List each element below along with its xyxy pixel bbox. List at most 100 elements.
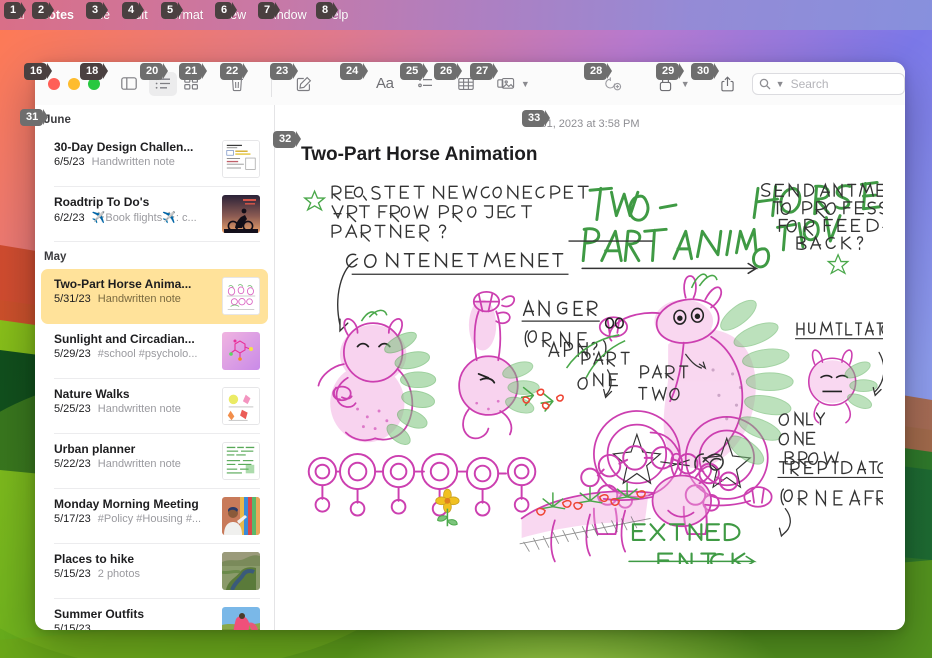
sidebar-toggle-icon[interactable] — [115, 72, 143, 96]
minimize-button[interactable] — [68, 77, 80, 90]
annotation-tag-31: 31 — [20, 109, 49, 126]
annotation-tag-8: 8 — [316, 2, 339, 19]
list-item[interactable]: Sunlight and Circadian... 5/29/23 #schoo… — [41, 324, 268, 379]
notes-list[interactable]: June 30-Day Design Challen... 6/5/23 Han… — [35, 105, 275, 630]
list-item-subtitle: 5/31/23 Handwritten note — [54, 293, 214, 305]
list-item-title: Places to hike — [54, 552, 135, 566]
note-title: Two-Part Horse Animation — [301, 144, 538, 165]
annotation-tag-21: 21 — [179, 63, 208, 80]
list-item-thumbnail — [222, 195, 260, 233]
list-item-title: 30-Day Design Challen... — [54, 140, 194, 154]
annotation-tag-20: 20 — [140, 63, 169, 80]
list-item-subtitle: 5/25/23 Handwritten note — [54, 403, 214, 415]
list-item-meta: 30-Day Design Challen... 6/5/23 Handwrit… — [54, 140, 214, 168]
note-date: 31, 2023 at 3:58 PM — [540, 118, 640, 130]
annotation-tag-5: 5 — [161, 2, 184, 19]
list-item-meta: Nature Walks 5/25/23 Handwritten note — [54, 387, 214, 415]
list-item-date: 5/25/23 — [54, 403, 91, 415]
annotation-tag-26: 26 — [434, 63, 463, 80]
chevron-down-icon[interactable]: ▼ — [521, 79, 530, 89]
annotation-tag-6: 6 — [215, 2, 238, 19]
list-item-snippet: #Policy #Housing #... — [97, 513, 202, 525]
annotation-tag-7: 7 — [258, 2, 281, 19]
list-item-snippet: Handwritten note — [97, 458, 181, 470]
list-item[interactable]: Summer Outfits 5/15/23 — [41, 599, 268, 630]
river-landscape-photo-thumb — [222, 552, 260, 590]
window-body: June 30-Day Design Challen... 6/5/23 Han… — [35, 105, 905, 630]
annotation-tag-32: 32 — [273, 131, 302, 148]
list-item-title: Sunlight and Circadian... — [54, 332, 195, 346]
horse-sketch-thumb — [223, 278, 259, 314]
list-item-snippet: Handwritten note — [97, 403, 181, 415]
list-item[interactable]: Nature Walks 5/25/23 Handwritten note — [41, 379, 268, 434]
list-item[interactable]: Roadtrip To Do's 6/2/23 ✈️Book flights✈️… — [41, 187, 268, 242]
list-item-date: 5/29/23 — [54, 348, 91, 360]
green-notes-page-thumb — [223, 443, 259, 479]
notes-window: Aa ▼ ▼ ▼ Search June 30-Day Design Chall… — [35, 62, 905, 630]
horse-animation-sketch — [297, 178, 905, 571]
list-item-thumbnail — [222, 552, 260, 590]
list-item-meta: Monday Morning Meeting 5/17/23 #Policy #… — [54, 497, 214, 525]
list-item-thumbnail — [222, 140, 260, 178]
leaves-sketch-thumb — [223, 388, 259, 424]
annotation-tag-23: 23 — [270, 63, 299, 80]
chevron-down-icon[interactable]: ▼ — [681, 79, 690, 89]
annotation-tag-4: 4 — [122, 2, 145, 19]
list-item-subtitle: 5/17/23 #Policy #Housing #... — [54, 513, 214, 525]
annotation-tag-1: 1 — [4, 2, 27, 19]
list-item[interactable]: Monday Morning Meeting 5/17/23 #Policy #… — [41, 489, 268, 544]
search-input[interactable]: ▼ Search — [751, 72, 905, 95]
annotation-tag-27: 27 — [470, 63, 499, 80]
list-item[interactable]: Urban planner 5/22/23 Handwritten note — [41, 434, 268, 489]
annotation-tag-18: 18 — [80, 63, 109, 80]
list-item-thumbnail — [222, 387, 260, 425]
list-item-title: Monday Morning Meeting — [54, 497, 199, 511]
list-item-date: 5/22/23 — [54, 458, 91, 470]
list-item-subtitle: 5/15/23 2 photos — [54, 568, 214, 580]
person-painting-photo-thumb — [222, 497, 260, 535]
handwritten-page-thumb — [223, 141, 259, 177]
list-item-thumbnail — [222, 497, 260, 535]
list-item-meta: Sunlight and Circadian... 5/29/23 #schoo… — [54, 332, 214, 360]
list-item-date: 6/2/23 — [54, 212, 85, 224]
list-item-date: 5/15/23 — [54, 568, 91, 580]
annotation-tag-29: 29 — [656, 63, 685, 80]
annotation-tag-16: 16 — [24, 63, 53, 80]
list-item-thumbnail — [222, 332, 260, 370]
list-item-snippet: ✈️Book flights✈️: c... — [91, 212, 197, 224]
bike-sunset-photo-thumb — [222, 195, 260, 233]
list-item-meta: Urban planner 5/22/23 Handwritten note — [54, 442, 214, 470]
list-item-title: Nature Walks — [54, 387, 130, 401]
list-item-thumbnail — [222, 442, 260, 480]
list-item-subtitle: 5/15/23 — [54, 623, 214, 630]
close-button[interactable] — [48, 77, 60, 90]
list-item-title: Summer Outfits — [54, 607, 145, 621]
list-item-snippet: 2 photos — [97, 568, 140, 580]
handwritten-drawing[interactable] — [297, 174, 905, 571]
annotation-tag-2: 2 — [32, 2, 55, 19]
search-chevron-down-icon[interactable]: ▼ — [776, 79, 785, 89]
search-placeholder: Search — [790, 76, 829, 91]
list-item[interactable]: Places to hike 5/15/23 2 photos — [41, 544, 268, 599]
list-item-meta: Roadtrip To Do's 6/2/23 ✈️Book flights✈️… — [54, 195, 214, 224]
list-item-meta: Two-Part Horse Anima... 5/31/23 Handwrit… — [54, 277, 214, 305]
list-item-title: Two-Part Horse Anima... — [54, 277, 192, 291]
note-detail[interactable]: 31, 2023 at 3:58 PM Two-Part Horse Anima… — [275, 105, 905, 630]
pink-dress-photo-thumb — [222, 607, 260, 630]
annotation-tag-33: 33 — [522, 110, 551, 127]
list-item-selected[interactable]: Two-Part Horse Anima... 5/31/23 Handwrit… — [41, 269, 268, 324]
annotation-tag-24: 24 — [340, 63, 369, 80]
search-icon — [759, 78, 771, 89]
list-item[interactable]: 30-Day Design Challen... 6/5/23 Handwrit… — [41, 132, 268, 187]
annotation-tag-22: 22 — [220, 63, 249, 80]
list-item-subtitle: 5/29/23 #school #psycholo... — [54, 348, 214, 360]
list-item-date: 5/31/23 — [54, 293, 91, 305]
list-item-title: Urban planner — [54, 442, 136, 456]
list-item-thumbnail — [222, 277, 260, 315]
list-item-snippet: Handwritten note — [97, 293, 181, 305]
month-header-may: May — [44, 251, 67, 263]
annotation-tag-28: 28 — [584, 63, 613, 80]
format-button[interactable]: Aa — [370, 72, 400, 96]
list-item-subtitle: 6/5/23 Handwritten note — [54, 156, 214, 168]
annotation-tag-3: 3 — [86, 2, 109, 19]
